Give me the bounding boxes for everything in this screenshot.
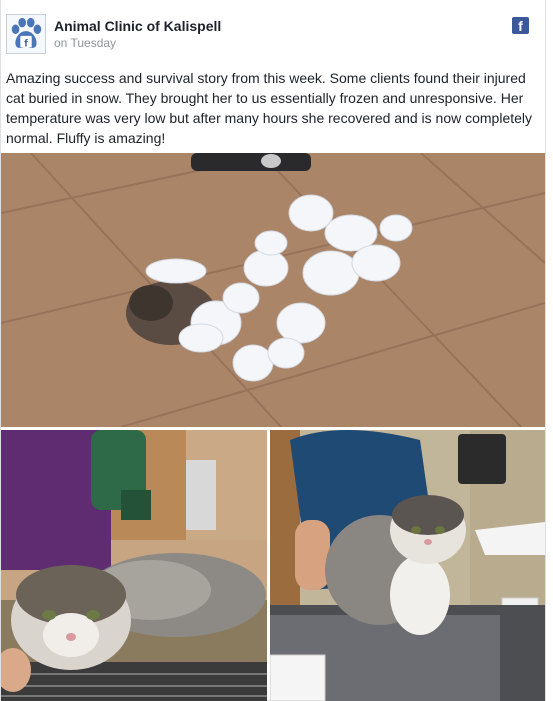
- paw-print-icon: f: [11, 17, 42, 49]
- post-text: Amazing success and survival story from …: [6, 70, 533, 146]
- post-header: f Animal Clinic of Kalispell on Tuesday …: [1, 0, 545, 62]
- facebook-post: f Animal Clinic of Kalispell on Tuesday …: [0, 0, 546, 701]
- post-timestamp[interactable]: on Tuesday: [54, 36, 116, 50]
- page-avatar[interactable]: f: [6, 14, 46, 54]
- page-name-link[interactable]: Animal Clinic of Kalispell: [54, 18, 221, 34]
- cat-being-blow-dried-photo[interactable]: [1, 430, 267, 701]
- svg-text:f: f: [24, 38, 28, 49]
- snow-covered-cat-photo[interactable]: [1, 153, 545, 427]
- facebook-icon[interactable]: f: [512, 17, 529, 34]
- recovered-cat-on-table-photo[interactable]: [270, 430, 545, 701]
